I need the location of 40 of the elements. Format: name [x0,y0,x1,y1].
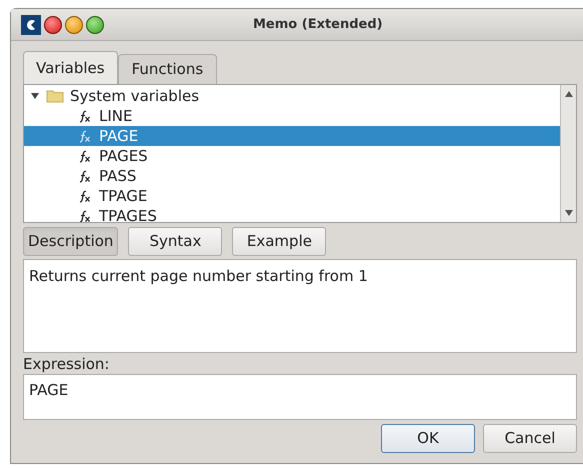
info-tab-button[interactable]: Syntax [128,227,222,256]
dialog-button[interactable]: OK [381,424,475,453]
close-button[interactable] [44,16,62,34]
tab[interactable]: Variables [23,51,118,84]
expression-label: Expression: [23,354,110,374]
info-tab-button[interactable]: Example [232,227,326,256]
expand-arrow-icon [30,91,40,101]
tree-item[interactable]: TPAGE [24,186,560,206]
tree-item[interactable]: TPAGES [24,206,560,222]
window-title: Memo (Extended) [253,16,383,34]
tree-item[interactable]: PASS [24,166,560,186]
scroll-up-icon[interactable] [564,91,572,97]
tree-label: LINE [99,106,132,127]
tree-label: System variables [70,86,200,107]
tree-label: PASS [99,166,136,187]
tree-label: PAGE [99,126,138,147]
function-icon [78,150,91,162]
tree-label: TPAGE [99,186,148,207]
tree-item[interactable]: PAGES [24,146,560,166]
minimize-button[interactable] [65,16,83,34]
tree-item[interactable]: System variables [24,86,560,106]
function-icon [78,170,91,182]
function-icon [78,110,91,122]
tree-label: PAGES [99,146,148,167]
description-text: Returns current page number starting from 1 [29,267,368,285]
folder-icon [46,89,64,103]
maximize-button[interactable] [86,16,104,34]
dialog-button[interactable]: Cancel [483,424,577,453]
app-logo-icon [21,14,41,34]
info-tab-button[interactable]: Description [23,227,118,256]
expression-field[interactable]: PAGE [23,374,577,420]
tree-item[interactable]: LINE [24,106,560,126]
scroll-down-icon[interactable] [564,210,572,216]
scrollbar[interactable] [560,85,576,222]
tree-item[interactable]: PAGE [24,126,560,146]
tree-label: TPAGES [99,206,157,222]
tab[interactable]: Functions [118,54,218,84]
function-icon [78,130,91,142]
function-icon [78,190,91,202]
function-icon [78,210,91,222]
